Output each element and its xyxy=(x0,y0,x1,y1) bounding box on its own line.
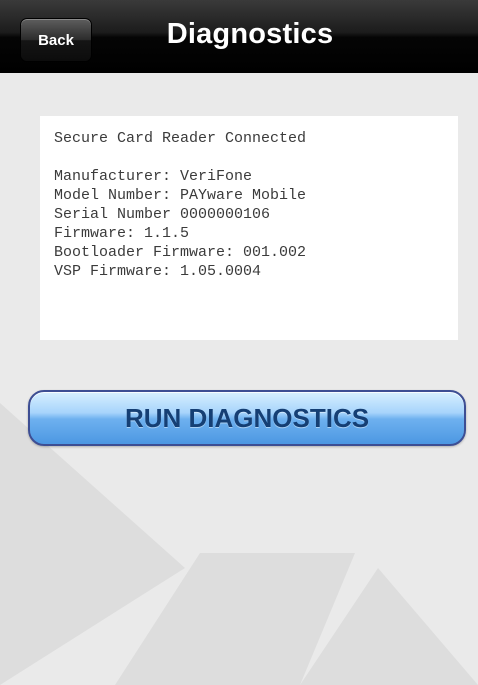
model-number-line: Model Number: PAYware Mobile xyxy=(54,187,307,204)
device-info-panel: Secure Card Reader Connected Manufacture… xyxy=(40,116,458,340)
connection-status: Secure Card Reader Connected xyxy=(54,130,307,147)
firmware-line: Firmware: 1.1.5 xyxy=(54,225,190,242)
navigation-bar: Back Diagnostics xyxy=(0,0,478,73)
manufacturer-line: Manufacturer: VeriFone xyxy=(54,168,253,185)
page-title: Diagnostics xyxy=(166,18,334,50)
vsp-firmware-line: VSP Firmware: 1.05.0004 xyxy=(54,263,262,280)
serial-number-line: Serial Number 0000000106 xyxy=(54,206,271,223)
bootloader-firmware-line: Bootloader Firmware: 001.002 xyxy=(54,244,307,261)
run-diagnostics-button[interactable]: RUN DIAGNOSTICS xyxy=(28,390,466,446)
